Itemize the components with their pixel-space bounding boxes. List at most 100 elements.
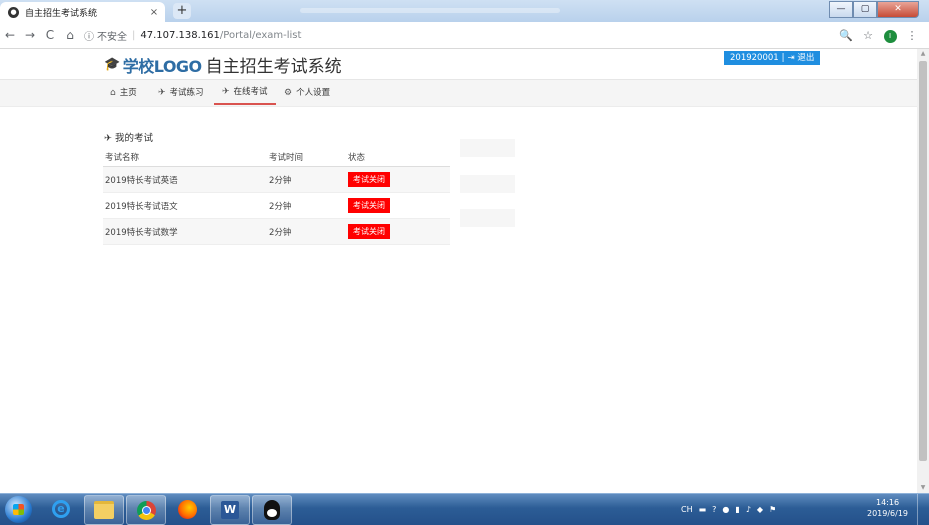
nav-item-settings[interactable]: ⚙ 个人设置 [284,80,330,105]
keyboard-icon[interactable]: ▬ [699,505,707,514]
nav-item-home[interactable]: ⌂ 主页 [110,80,137,105]
window-controls: — ▢ ✕ [829,1,919,18]
home-icon[interactable]: ⌂ [60,28,80,42]
network-icon[interactable]: ▮ [735,505,739,514]
flag-icon[interactable]: ⚑ [769,505,776,514]
taskbar-qq[interactable] [252,495,292,525]
nav-label: 考试练习 [169,87,204,98]
status-cell: 考试关闭 [347,166,450,193]
page-viewport: 🎓 学校LOGO 自主招生考试系统 201920001 | ⇥ 退出 ⌂ 主页 ✈ … [0,49,917,493]
faded-placeholder [460,139,515,157]
page-scrollbar[interactable]: ▲ ▼ [917,49,929,493]
faded-placeholder [460,175,515,193]
firefox-icon [177,499,197,519]
chrome-icon [136,500,156,520]
taskbar-firefox[interactable] [168,495,206,523]
section-title-text: 我的考试 [114,133,153,144]
help-icon[interactable]: ? [712,505,716,514]
tab-favicon-icon: ● [8,6,19,18]
status-badge[interactable]: 考试关闭 [348,224,390,239]
user-id: 201920001 [730,53,779,63]
zoom-icon[interactable]: 🔍 [835,29,857,42]
folder-icon [94,501,114,519]
paper-plane-icon: ✈ [222,86,230,97]
show-desktop-button[interactable] [917,494,929,525]
column-header-status: 状态 [347,147,450,167]
nav-label: 主页 [119,87,137,98]
paper-plane-icon: ✈ [158,87,166,98]
user-box: 201920001 | ⇥ 退出 [724,51,821,65]
url-path: /Portal/exam-list [219,29,302,41]
section-title: ✈ 我的考试 [104,130,153,144]
table-row: 2019特长考试语文 2分钟 考试关闭 [103,192,450,219]
language-indicator[interactable]: CH [681,505,693,514]
graduation-cap-icon: 🎓 [104,57,120,72]
security-label: 不安全 [97,31,127,43]
word-icon: W [221,501,239,519]
browser-menu-icon[interactable]: ⋮ [901,29,923,42]
site-info-icon[interactable]: ⓘ [84,28,94,43]
nav-label: 个人设置 [296,87,331,98]
scroll-up-icon[interactable]: ▲ [917,49,929,59]
site-logo[interactable]: 🎓 学校LOGO 自主招生考试系统 [104,52,342,78]
reload-icon[interactable]: C [40,28,60,42]
profile-initial: I [883,29,897,43]
exam-name: 2019特长考试语文 [103,192,268,219]
tab-close-icon[interactable]: × [147,7,161,18]
faded-placeholder [460,209,515,227]
minimize-button[interactable]: — [829,1,853,18]
browser-tab[interactable]: ● 自主招生考试系统 × [0,2,165,22]
scroll-down-icon[interactable]: ▼ [917,483,929,493]
exam-name: 2019特长考试英语 [103,166,268,193]
url-separator: | [132,29,136,41]
profile-avatar[interactable]: I [879,28,901,43]
table-row: 2019特长考试数学 2分钟 考试关闭 [103,218,450,245]
user-separator: | [781,53,785,63]
taskbar-clock[interactable]: 14:16 2019/6/19 [867,497,908,519]
url-bar[interactable]: ⓘ 不安全 | 47.107.138.161/Portal/exam-list [84,25,829,45]
chat-icon[interactable]: ● [722,505,729,514]
address-toolbar: ← → C ⌂ ⓘ 不安全 | 47.107.138.161/Portal/ex… [0,22,929,49]
exam-table: 考试名称 考试时间 状态 2019特长考试英语 2分钟 考试关闭 2019特长考… [103,147,450,245]
system-name: 自主招生考试系统 [205,57,342,77]
scroll-thumb[interactable] [919,61,927,461]
status-badge[interactable]: 考试关闭 [348,198,390,213]
start-button[interactable] [5,496,32,523]
exam-time: 2分钟 [268,218,347,245]
qq-penguin-icon [264,500,280,520]
close-window-button[interactable]: ✕ [877,1,919,18]
tab-title: 自主招生考试系统 [25,8,98,19]
nav-item-online-exam[interactable]: ✈ 在线考试 [214,80,276,105]
clock-time: 14:16 [875,498,900,507]
status-cell: 考试关闭 [347,218,450,245]
nav-item-practice[interactable]: ✈ 考试练习 [158,80,204,105]
home-icon: ⌂ [110,87,116,98]
logout-link[interactable]: 退出 [797,53,814,63]
clock-date: 2019/6/19 [867,509,909,518]
maximize-button[interactable]: ▢ [853,1,877,18]
logo-text: 学校LOGO [122,56,202,76]
exam-time: 2分钟 [268,192,347,219]
url-host: 47.107.138.161 [140,29,220,41]
status-cell: 考试关闭 [347,192,450,219]
table-row: 2019特长考试英语 2分钟 考试关闭 [103,166,450,193]
status-badge[interactable]: 考试关闭 [348,172,390,187]
ie-icon: e [52,500,70,518]
exam-time: 2分钟 [268,166,347,193]
taskbar-explorer[interactable] [84,495,124,525]
forward-icon[interactable]: → [20,28,40,42]
taskbar-chrome[interactable] [126,495,166,525]
shield-icon[interactable]: ◆ [757,505,763,514]
system-tray: CH ▬ ? ● ▮ ♪ ◆ ⚑ [678,494,779,525]
back-icon[interactable]: ← [0,28,20,42]
main-nav: ⌂ 主页 ✈ 考试练习 ✈ 在线考试 ⚙ 个人设置 [0,80,917,107]
volume-icon[interactable]: ♪ [746,505,751,514]
bookmark-star-icon[interactable]: ☆ [857,29,879,42]
logout-icon[interactable]: ⇥ [788,53,795,63]
column-header-time: 考试时间 [268,147,347,167]
taskbar-word[interactable]: W [210,495,250,525]
windows-taskbar: e W CH ▬ ? ● ▮ ♪ ◆ ⚑ 14:16 2019/6/19 [0,493,929,525]
taskbar-ie[interactable]: e [42,495,80,523]
browser-tab-strip: ● 自主招生考试系统 × + — ▢ ✕ [0,0,929,22]
new-tab-button[interactable]: + [173,3,191,19]
